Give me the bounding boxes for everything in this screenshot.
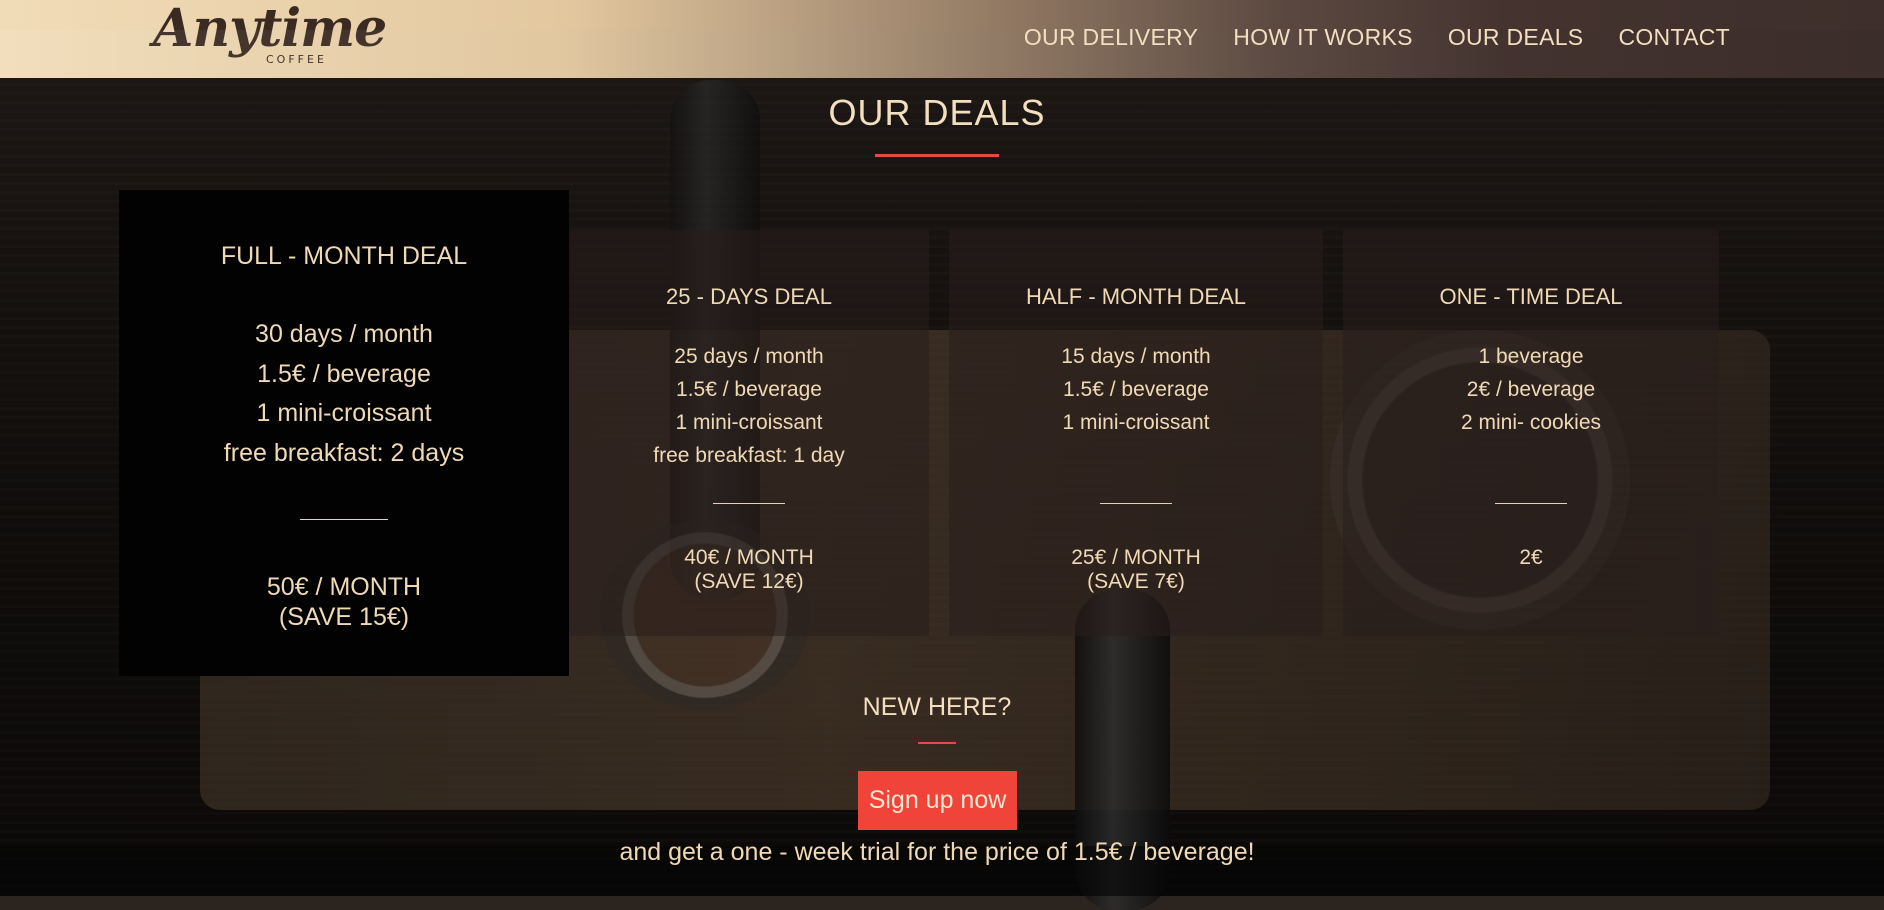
deal-features: 30 days / month 1.5€ / beverage 1 mini-c… bbox=[119, 315, 569, 473]
deal-price: 50€ / MONTH (SAVE 15€) bbox=[119, 572, 569, 632]
new-here-title: NEW HERE? bbox=[862, 693, 1012, 721]
deal-price-main: 40€ / MONTH bbox=[684, 546, 814, 569]
logo-subtitle: COFFEE bbox=[266, 53, 327, 66]
deal-feature: 30 days / month bbox=[255, 320, 433, 348]
nav-our-deals[interactable]: OUR DEALS bbox=[1448, 24, 1584, 51]
deal-feature: 1 mini-croissant bbox=[1062, 411, 1210, 434]
deal-feature: 1.5€ / beverage bbox=[676, 378, 822, 401]
deal-price: 40€ / MONTH (SAVE 12€) bbox=[569, 546, 929, 594]
deal-features: 1 beverage 2€ / beverage 2 mini- cookies bbox=[1343, 340, 1719, 439]
deal-title: FULL - MONTH DEAL bbox=[220, 242, 468, 270]
deal-divider bbox=[713, 503, 785, 504]
nav-contact[interactable]: CONTACT bbox=[1618, 24, 1730, 51]
nav-how-it-works[interactable]: HOW IT WORKS bbox=[1233, 24, 1413, 51]
deal-title: HALF - MONTH DEAL bbox=[1025, 284, 1247, 309]
deal-divider bbox=[300, 519, 388, 520]
deal-features: 15 days / month 1.5€ / beverage 1 mini-c… bbox=[949, 340, 1323, 439]
deal-price-main: 50€ / MONTH bbox=[266, 573, 422, 601]
deal-feature: free breakfast: 2 days bbox=[223, 438, 465, 467]
main-nav: OUR DELIVERY HOW IT WORKS OUR DEALS CONT… bbox=[989, 24, 1730, 51]
deal-feature: 2€ / beverage bbox=[1466, 378, 1596, 401]
deal-title: 25 - DAYS DEAL bbox=[666, 284, 832, 309]
trial-text: and get a one - week trial for the price… bbox=[619, 838, 1255, 866]
nav-our-delivery[interactable]: OUR DELIVERY bbox=[1024, 24, 1198, 51]
deal-feature: 1.5€ / beverage bbox=[1063, 378, 1209, 401]
deal-card-full-month[interactable]: FULL - MONTH DEAL 30 days / month 1.5€ /… bbox=[119, 190, 569, 676]
deal-feature: 1.5€ / beverage bbox=[257, 359, 431, 388]
site-header: Anytime COFFEE OUR DELIVERY HOW IT WORKS… bbox=[0, 0, 1884, 78]
deal-divider bbox=[1100, 503, 1172, 504]
deal-price-save: (SAVE 7€) bbox=[1087, 570, 1185, 593]
deal-features: 25 days / month 1.5€ / beverage 1 mini-c… bbox=[569, 340, 929, 472]
logo[interactable]: Anytime bbox=[153, 0, 387, 59]
deal-card-one-time[interactable]: ONE - TIME DEAL 1 beverage 2€ / beverage… bbox=[1343, 230, 1719, 636]
deal-divider bbox=[1495, 503, 1567, 504]
deal-price-main: 2€ bbox=[1519, 546, 1543, 569]
deal-feature: 15 days / month bbox=[1061, 345, 1211, 368]
title-underline bbox=[875, 154, 999, 157]
new-here-underline bbox=[918, 742, 956, 744]
deal-feature: 1 mini-croissant bbox=[256, 399, 432, 427]
signup-button[interactable]: Sign up now bbox=[858, 771, 1017, 830]
deal-price: 25€ / MONTH (SAVE 7€) bbox=[949, 546, 1323, 594]
section-title: OUR DEALS bbox=[828, 92, 1046, 133]
deal-card-25-days[interactable]: 25 - DAYS DEAL 25 days / month 1.5€ / be… bbox=[569, 230, 929, 636]
deal-feature: 1 beverage bbox=[1478, 345, 1584, 368]
deal-card-half-month[interactable]: HALF - MONTH DEAL 15 days / month 1.5€ /… bbox=[949, 230, 1323, 636]
deal-feature: free breakfast: 1 day bbox=[653, 444, 845, 467]
deal-feature: 1 mini-croissant bbox=[675, 411, 823, 434]
deal-feature: 25 days / month bbox=[674, 345, 824, 368]
deal-title: ONE - TIME DEAL bbox=[1439, 284, 1623, 309]
deal-price-save: (SAVE 15€) bbox=[278, 603, 410, 631]
deal-feature: 2 mini- cookies bbox=[1460, 411, 1602, 434]
deal-price-save: (SAVE 12€) bbox=[694, 570, 804, 593]
deal-price: 2€ bbox=[1343, 546, 1719, 570]
deal-price-main: 25€ / MONTH bbox=[1071, 546, 1201, 569]
